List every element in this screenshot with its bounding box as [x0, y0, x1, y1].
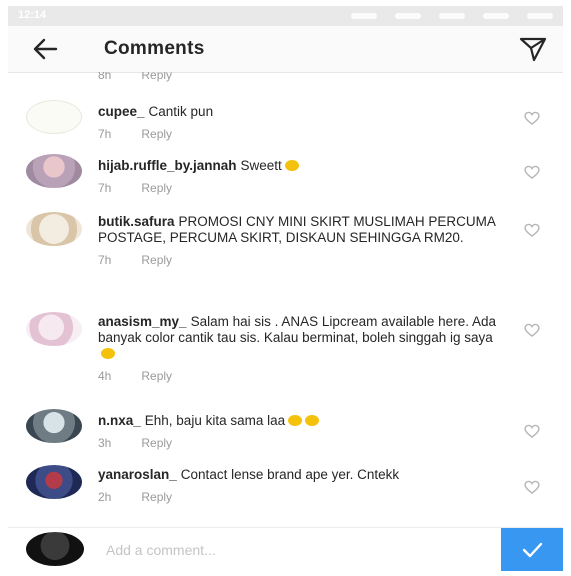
comment-text: Contact lense brand ape yer. Cntekk [180, 467, 400, 482]
avatar[interactable] [26, 312, 82, 346]
like-heart-icon[interactable] [523, 110, 541, 126]
like-heart-icon[interactable] [523, 322, 541, 338]
comment-body: yanaroslan_ Contact lense brand ape yer. … [98, 467, 503, 505]
comment-meta: 3h Reply [98, 435, 503, 451]
comment-composer [8, 527, 563, 571]
comment-time: 7h [98, 181, 112, 195]
like-heart-icon[interactable] [523, 479, 541, 495]
reply-link[interactable]: Reply [141, 253, 172, 267]
comment-meta: 4h Reply [98, 368, 503, 384]
comment-time: 7h [98, 253, 112, 267]
grinning-emoji-icon [101, 348, 115, 359]
comment-body: butik.safura PROMOSI CNY MINI SKIRT MUSLI… [98, 214, 503, 268]
direct-send-icon[interactable] [519, 36, 547, 62]
add-comment-input[interactable] [104, 537, 488, 563]
post-comment-button[interactable] [501, 528, 563, 571]
comment-username[interactable]: yanaroslan_ [98, 467, 177, 482]
comment-meta: 2h Reply [98, 489, 503, 505]
comment-text: Ehh, baju kita sama laa [144, 413, 286, 428]
avatar[interactable] [26, 212, 82, 246]
avatar[interactable] [26, 409, 82, 443]
comment-username[interactable]: cupee_ [98, 104, 145, 119]
back-arrow-icon[interactable] [32, 37, 58, 61]
previous-comment-meta: 8h Reply [98, 72, 172, 82]
grinning-emoji-icon [284, 160, 299, 171]
comment-time: 2h [98, 490, 112, 504]
comment-body: hijab.ruffle_by.jannah Sweett 7h Reply [98, 158, 503, 196]
status-time: 12:14 [18, 9, 47, 21]
laughing-emoji-icon [288, 415, 303, 426]
reply-link[interactable]: Reply [141, 181, 172, 195]
reply-link[interactable]: Reply [141, 490, 172, 504]
avatar[interactable] [26, 465, 82, 499]
comment-username[interactable]: n.nxa_ [98, 413, 141, 428]
my-avatar [26, 532, 84, 566]
comment-body: anasism_my_ Salam hai sis . ANAS Lipcream… [98, 314, 503, 384]
avatar[interactable] [26, 100, 82, 134]
reply-link[interactable]: Reply [141, 436, 172, 450]
header-bar: Comments [8, 26, 563, 73]
comment-time: 7h [98, 127, 112, 141]
checkmark-icon [522, 542, 543, 558]
reply-link[interactable]: Reply [141, 369, 172, 383]
reply-link[interactable]: Reply [141, 127, 172, 141]
status-bar: 12:14 [8, 6, 563, 26]
comment-text: Cantik pun [148, 104, 214, 119]
like-heart-icon[interactable] [523, 423, 541, 439]
comment-meta: 7h Reply [98, 180, 503, 196]
comment-body: cupee_ Cantik pun 7h Reply [98, 104, 503, 142]
avatar[interactable] [26, 154, 82, 188]
comment-meta: 7h Reply [98, 126, 503, 142]
reply-link[interactable]: Reply [141, 72, 172, 82]
like-heart-icon[interactable] [523, 164, 541, 180]
laughing-emoji-icon [305, 415, 320, 426]
comment-username[interactable]: hijab.ruffle_by.jannah [98, 158, 237, 173]
comment-body: n.nxa_ Ehh, baju kita sama laa 3h Reply [98, 413, 503, 451]
like-heart-icon[interactable] [523, 222, 541, 238]
comment-meta: 7h Reply [98, 252, 503, 268]
page-title: Comments [104, 38, 205, 59]
comments-list[interactable]: 8h Reply cupee_ Cantik pun 7h Reply hijab.r… [8, 72, 563, 526]
comment-username[interactable]: butik.safura [98, 214, 175, 229]
comment-username[interactable]: anasism_my_ [98, 314, 187, 329]
status-icons [313, 13, 553, 19]
comment-text: Sweett [240, 158, 282, 173]
comment-time: 4h [98, 369, 112, 383]
comment-time: 3h [98, 436, 112, 450]
comment-time: 8h [98, 72, 112, 82]
